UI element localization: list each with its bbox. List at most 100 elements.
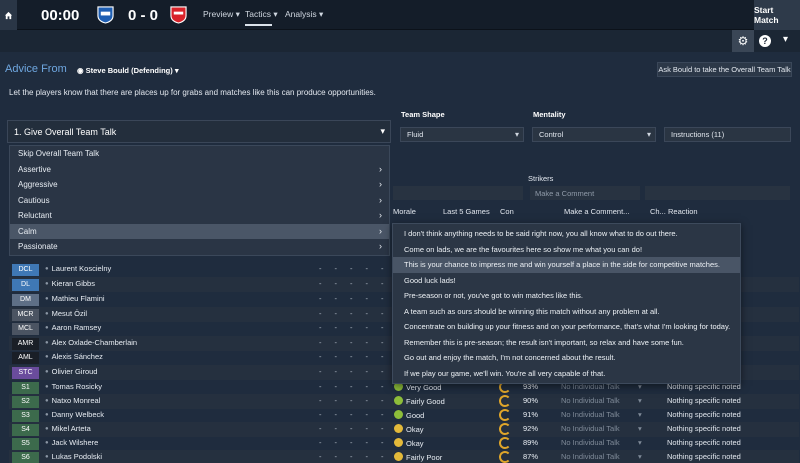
morale-face-icon [394, 452, 403, 461]
position-badge: MCL [12, 322, 39, 335]
team-talk-title: 1. Give Overall Team Talk [14, 126, 117, 137]
condition-ring-icon [499, 395, 511, 407]
sub-row[interactable]: S4 Mikel Arteta ----- Okay 92% No Indivi… [9, 422, 799, 437]
player-name[interactable]: Tomas Rosicky [45, 382, 102, 391]
chevron-down-icon: ▾ [638, 438, 642, 447]
talk-option-passionate[interactable]: Passionate › [10, 239, 389, 255]
player-name[interactable]: Jack Wilshere [45, 438, 99, 447]
strikers-comment-dropdown[interactable]: Make a Comment [530, 186, 640, 200]
player-name[interactable]: Alex Oxlade-Chamberlain [45, 338, 137, 347]
player-name[interactable]: Natxo Monreal [45, 396, 101, 405]
position-badge: MCR [12, 308, 39, 321]
individual-talk-dropdown[interactable]: No Individual Talk ▾ [561, 410, 642, 419]
comment-option[interactable]: Go out and enjoy the match, I'm not conc… [393, 350, 740, 366]
individual-talk-value: No Individual Talk [561, 410, 620, 419]
comment-option[interactable]: Remember this is pre-season; the result … [393, 335, 740, 351]
player-name[interactable]: Kieran Gibbs [45, 279, 95, 288]
individual-talk-value: No Individual Talk [561, 438, 620, 447]
column-reaction[interactable]: Reaction [668, 207, 698, 216]
advisor-select[interactable]: ◉ Steve Bould (Defending) ▾ [77, 66, 179, 75]
team-talk-dropdown[interactable]: 1. Give Overall Team Talk ▾ [7, 120, 391, 143]
ask-assistant-button[interactable]: Ask Bould to take the Overall Team Talk [657, 62, 792, 77]
chevron-down-icon: ▾ [174, 66, 179, 75]
player-name[interactable]: Laurent Koscielny [45, 264, 112, 273]
talk-option-aggressive[interactable]: Aggressive › [10, 177, 389, 193]
nav-tactics[interactable]: Tactics ▾ [245, 9, 278, 26]
start-match-button[interactable]: Start Match [754, 0, 800, 30]
player-name[interactable]: Danny Welbeck [45, 410, 104, 419]
last5-values: ----- [319, 410, 397, 419]
chevron-down-icon[interactable]: ▾ [783, 34, 788, 45]
nav-preview[interactable]: Preview ▾ [203, 9, 240, 20]
chevron-right-icon: › [379, 210, 382, 220]
morale-value: Good [406, 411, 425, 420]
mentality-dropdown[interactable]: Control ▾ [532, 127, 656, 142]
player-name[interactable]: Alexis Sánchez [45, 352, 103, 361]
team-shape-dropdown[interactable]: Fluid ▾ [400, 127, 524, 142]
talk-option-calm[interactable]: Calm › [10, 223, 389, 239]
chevron-right-icon: › [379, 194, 382, 205]
chevron-down-icon: ▾ [638, 424, 642, 433]
comment-option[interactable]: A team such as ours should be winning th… [393, 304, 740, 320]
talk-option-assertive[interactable]: Assertive › [10, 162, 389, 178]
chevron-down-icon: ▾ [646, 130, 651, 139]
talk-option-skip[interactable]: Skip Overall Team Talk [10, 146, 389, 162]
sub-row[interactable]: S3 Danny Welbeck ----- Good 91% No Indiv… [9, 408, 799, 423]
comment-option[interactable]: This is your chance to impress me and wi… [393, 257, 740, 273]
reaction-note: Nothing specific noted [667, 438, 741, 447]
position-badge: DL [12, 278, 39, 291]
comment-option[interactable]: Good luck lads! [393, 273, 740, 289]
advice-message: Let the players know that there are plac… [9, 88, 376, 97]
player-name[interactable]: Olivier Giroud [45, 367, 98, 376]
morale-face-icon [394, 424, 403, 433]
player-name[interactable]: Aaron Ramsey [45, 323, 102, 332]
comment-option[interactable]: Come on lads, we are the favourites here… [393, 242, 740, 258]
morale: Good [394, 410, 424, 420]
condition-value: 91% [523, 410, 539, 419]
individual-talk-dropdown[interactable]: No Individual Talk ▾ [561, 424, 642, 433]
condition-ring-icon [499, 409, 511, 421]
individual-talk-dropdown[interactable]: No Individual Talk ▾ [561, 396, 642, 405]
last5-values: ----- [319, 264, 397, 273]
reaction-note: Nothing specific noted [667, 410, 741, 419]
help-icon[interactable]: ? [759, 35, 771, 47]
team-talk-menu: Skip Overall Team Talk Assertive › Aggres… [9, 145, 390, 256]
individual-talk-dropdown[interactable]: No Individual Talk ▾ [561, 438, 642, 447]
individual-talk-dropdown[interactable]: No Individual Talk ▾ [561, 452, 642, 461]
column-condition[interactable]: Con [500, 207, 514, 216]
comment-option[interactable]: Pre-season or not, you've got to win mat… [393, 288, 740, 304]
column-morale[interactable]: Morale [393, 207, 416, 216]
player-name[interactable]: Lukas Podolski [45, 452, 102, 461]
reaction-note: Nothing specific noted [667, 452, 741, 461]
comment-option[interactable]: I don't think anything needs to be said … [393, 226, 740, 242]
reaction-note: Nothing specific noted [667, 396, 741, 405]
chevron-down-icon: ▾ [380, 126, 385, 136]
settings-button[interactable]: ⚙ [732, 30, 754, 52]
mentality-value: Control [539, 130, 564, 139]
column-last5[interactable]: Last 5 Games [443, 207, 490, 216]
last5-values: ----- [319, 309, 397, 318]
column-comment[interactable]: Make a Comment... [564, 207, 629, 216]
player-name[interactable]: Mathieu Flamini [45, 294, 105, 303]
sub-row[interactable]: S6 Lukas Podolski ----- Fairly Poor 87% … [9, 450, 799, 463]
player-name[interactable]: Mesut Özil [45, 309, 87, 318]
talk-option-cautious[interactable]: Cautious › [10, 193, 389, 209]
instructions-label: Instructions (11) [671, 130, 725, 139]
player-name[interactable]: Mikel Arteta [45, 424, 91, 433]
comment-option[interactable]: Concentrate on building up your fitness … [393, 319, 740, 335]
sub-row[interactable]: S5 Jack Wilshere ----- Okay 89% No Indiv… [9, 436, 799, 451]
last5-values: ----- [319, 367, 397, 376]
top-bar: 00:00 0 - 0 Preview ▾ Tactics ▾ Analysis… [0, 0, 800, 30]
morale-value: Okay [406, 439, 424, 448]
instructions-button[interactable]: Instructions (11) [664, 127, 791, 142]
morale-value: Very Good [406, 383, 442, 392]
morale: Fairly Good [394, 396, 445, 406]
comment-option[interactable]: If we play our game, we'll win. You're a… [393, 366, 740, 382]
nav-analysis[interactable]: Analysis ▾ [285, 9, 323, 20]
condition-value: 87% [523, 452, 539, 461]
sub-row[interactable]: S2 Natxo Monreal ----- Fairly Good 90% N… [9, 394, 799, 409]
comment-dropdown[interactable] [393, 186, 523, 200]
talk-option-reluctant[interactable]: Reluctant › [10, 208, 389, 224]
column-ch[interactable]: Ch... [650, 207, 666, 216]
home-button[interactable] [0, 0, 17, 30]
